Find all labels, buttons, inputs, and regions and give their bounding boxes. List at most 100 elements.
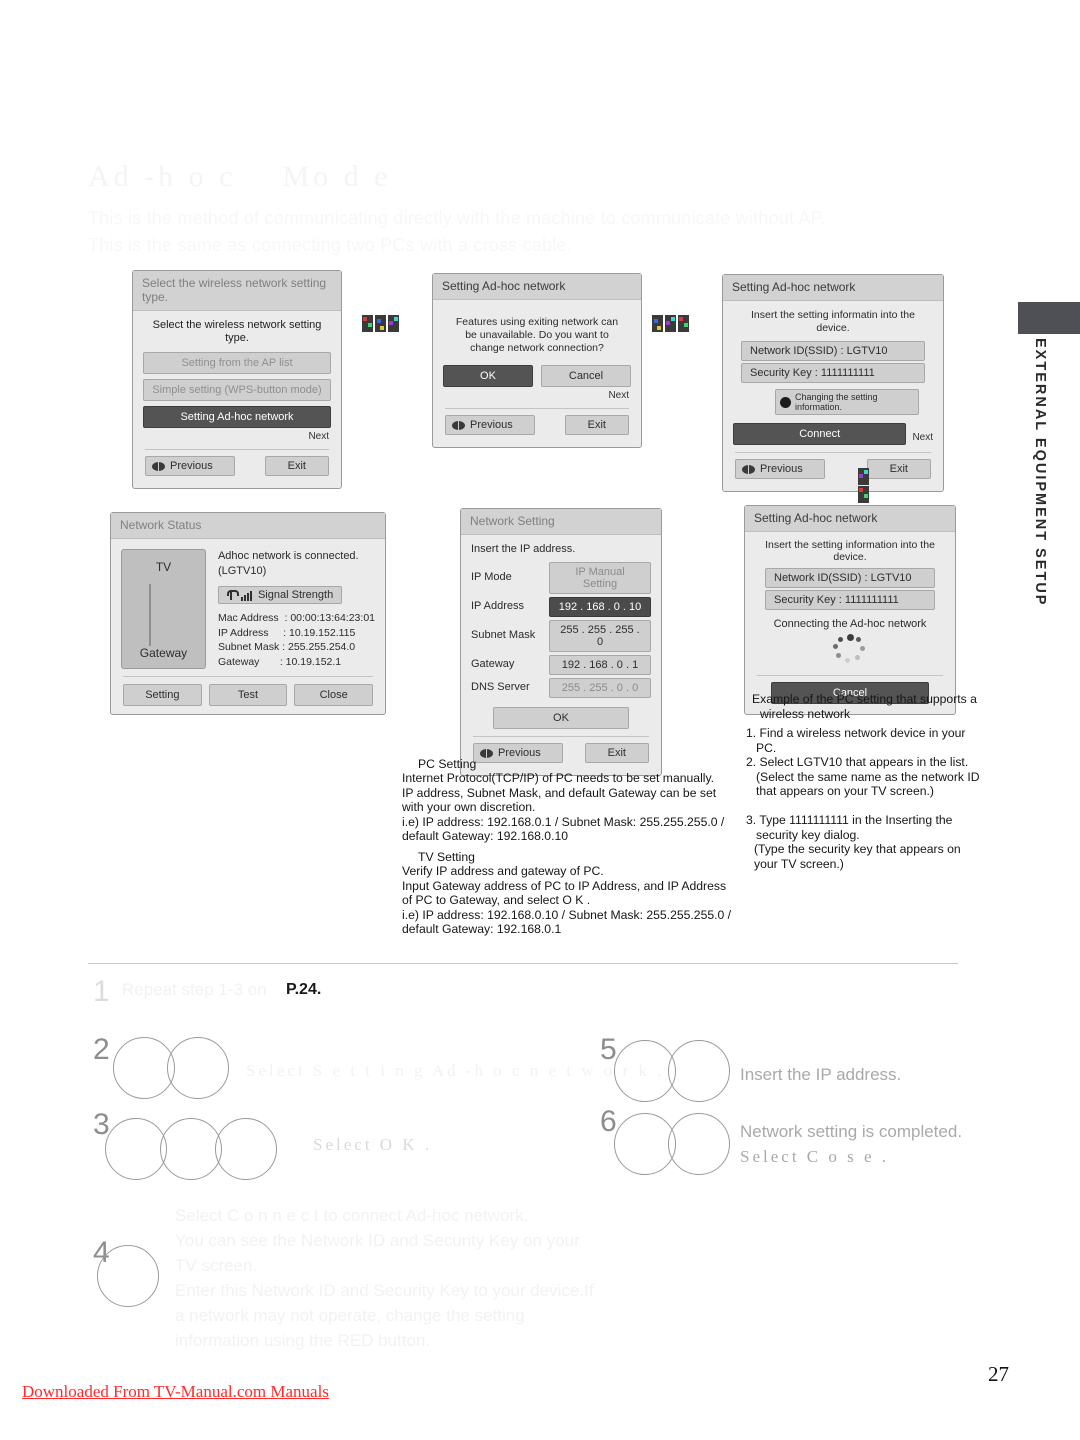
dialog4-close-button[interactable]: Close	[294, 684, 374, 706]
dialog3-connect-button[interactable]: Connect	[733, 423, 907, 445]
dialog2-exit-button[interactable]: Exit	[564, 415, 629, 435]
dialog2-cancel-button[interactable]: Cancel	[541, 365, 631, 387]
dialog5-description: Insert the IP address.	[471, 543, 576, 555]
label-gateway: Gateway	[471, 657, 515, 670]
side-tab-label: EXTERNAL EQUIPMENT SETUP	[1032, 338, 1048, 607]
remote-glyph-icon	[388, 315, 399, 332]
row-dns-server: DNS Server 255 . 255 . 0 . 0	[471, 675, 651, 698]
loading-spinner-icon	[830, 634, 870, 668]
dialog-adhoc-confirm: Setting Ad-hoc network Features using ex…	[432, 273, 642, 448]
steps-divider	[88, 963, 958, 964]
value-gateway[interactable]: 192 . 168 . 0 . 1	[549, 655, 651, 675]
remote-button-glyphs-2	[652, 315, 689, 332]
red-button-icon	[780, 396, 791, 408]
step-5-button-circle	[668, 1040, 730, 1102]
signal-strength-label: Signal Strength	[257, 589, 334, 601]
wheel-icon	[742, 464, 755, 474]
status-line-2: (LGTV10)	[217, 565, 267, 577]
network-details: Mac Address : 00:00:13:64:23:01 IP Addre…	[217, 612, 375, 668]
signal-bars-icon	[240, 590, 252, 601]
dialog3-previous-label: Previous	[760, 463, 803, 475]
dialog2-description: Features using exiting network can be un…	[455, 316, 619, 354]
remote-glyph-icon	[665, 315, 676, 332]
remote-glyph-icon	[858, 486, 869, 503]
dialog4-test-button[interactable]: Test	[208, 684, 288, 706]
topology-gateway-label: Gateway	[139, 646, 188, 660]
pc-setting-body: Internet Protocol(TCP/IP) of PC needs to…	[402, 771, 725, 844]
dialog-adhoc-connecting: Setting Ad-hoc network Insert the settin…	[744, 505, 956, 715]
step-3-button-circle	[160, 1118, 222, 1180]
dialog2-previous-label: Previous	[470, 419, 513, 431]
option-simple-setting-wps[interactable]: Simple setting (WPS-button mode)	[143, 379, 331, 401]
row-gateway: Gateway 192 . 168 . 0 . 1	[471, 652, 651, 675]
option-setting-adhoc-network[interactable]: Setting Ad-hoc network	[143, 406, 331, 428]
example-item-1: 1. Find a wireless network device in you…	[746, 726, 966, 755]
value-dns-server[interactable]: 255 . 255 . 0 . 0	[549, 678, 651, 698]
remote-button-glyphs-3	[858, 468, 869, 503]
step-4-button-circle	[97, 1245, 159, 1307]
dialog5-title: Network Setting	[461, 509, 661, 535]
label-ip-address: IP Address	[471, 599, 524, 612]
step-1-text: Repeat step 1-3 on	[122, 980, 267, 999]
page-intro: This is the method of communicating dire…	[88, 208, 826, 255]
dialog2-ok-button[interactable]: OK	[443, 365, 533, 387]
option-setting-from-ap-list[interactable]: Setting from the AP list	[143, 352, 331, 374]
row-ip-mode: IP Mode IP Manual Setting	[471, 559, 651, 594]
dialog1-exit-button[interactable]: Exit	[264, 456, 329, 476]
step-3-button-circle	[215, 1118, 277, 1180]
step-6-text-line-1: Network setting is completed.	[740, 1122, 963, 1141]
value-ip-address[interactable]: 192 . 168 . 0 . 10	[549, 597, 651, 617]
step-6-number: 6	[600, 1105, 617, 1138]
dialog5-ok-button[interactable]: OK	[493, 707, 629, 729]
manual-page: Ad -h o c Mo d e This is the method of c…	[0, 0, 1080, 1440]
footer-note[interactable]: Downloaded From TV-Manual.com Manuals	[22, 1382, 329, 1402]
dialog4-divider	[123, 676, 373, 677]
step-5-button-circle	[614, 1040, 676, 1102]
dialog3-previous-button[interactable]: Previous	[735, 459, 825, 479]
signal-strength-button[interactable]: Signal Strength	[217, 586, 343, 604]
wheel-icon	[452, 420, 465, 430]
dialog2-title: Setting Ad-hoc network	[433, 274, 641, 300]
row-subnet-mask: Subnet Mask 255 . 255 . 255 . 0	[471, 617, 651, 652]
dialog3-next-label: Next	[912, 432, 933, 443]
remote-glyph-icon	[652, 315, 663, 332]
dialog3-exit-button[interactable]: Exit	[866, 459, 931, 479]
dialog1-title: Select the wireless network setting type…	[133, 271, 341, 311]
dialog3-change-info-button[interactable]: Changing the setting information.	[775, 389, 919, 415]
dialog1-next-label: Next	[308, 431, 329, 442]
remote-glyph-icon	[858, 468, 869, 485]
example-item-4: (Type the security key that appears on y…	[754, 842, 961, 871]
remote-glyph-icon	[362, 315, 373, 332]
dialog-adhoc-settings: Setting Ad-hoc network Insert the settin…	[722, 274, 944, 492]
page-title: Ad -h o c Mo d e	[88, 160, 392, 193]
dialog6-network-id-field: Network ID(SSID) : LGTV10	[765, 568, 935, 588]
step-2-button-circle	[113, 1037, 175, 1099]
antenna-icon	[226, 590, 239, 600]
example-heading: Example of the PC setting that supports …	[752, 692, 977, 721]
step-1-page-ref: P.24.	[286, 981, 322, 998]
step-3-text: Select O K .	[313, 1135, 433, 1154]
tv-setting-heading: TV Setting	[418, 850, 475, 864]
example-item-3: 3. Type 1111111111 in the Inserting the …	[746, 813, 953, 842]
value-subnet-mask[interactable]: 255 . 255 . 255 . 0	[549, 620, 651, 652]
dialog2-previous-button[interactable]: Previous	[445, 415, 535, 435]
step-6-button-circle	[668, 1113, 730, 1175]
dialog6-divider	[757, 675, 943, 676]
dialog1-previous-button[interactable]: Previous	[145, 456, 235, 476]
remote-glyph-icon	[678, 315, 689, 332]
dialog-network-status: Network Status TV Gateway Adhoc network …	[110, 512, 386, 715]
row-ip-address: IP Address 192 . 168 . 0 . 10	[471, 594, 651, 617]
label-dns-server: DNS Server	[471, 680, 530, 693]
page-number: 27	[988, 1362, 1009, 1386]
dialog1-description: Select the wireless network setting type…	[152, 319, 322, 344]
value-ip-mode[interactable]: IP Manual Setting	[549, 562, 651, 594]
dialog4-setting-button[interactable]: Setting	[123, 684, 202, 706]
wheel-icon	[152, 461, 165, 471]
label-subnet-mask: Subnet Mask	[471, 628, 536, 641]
status-line-1: Adhoc network is connected.	[217, 550, 359, 562]
dialog3-security-key-field[interactable]: Security Key : 1111111111	[741, 363, 925, 383]
dialog3-network-id-field[interactable]: Network ID(SSID) : LGTV10	[741, 341, 925, 361]
dialog4-title: Network Status	[111, 513, 385, 539]
step-2-button-circle	[167, 1037, 229, 1099]
pc-setting-heading: PC Setting	[418, 757, 477, 771]
